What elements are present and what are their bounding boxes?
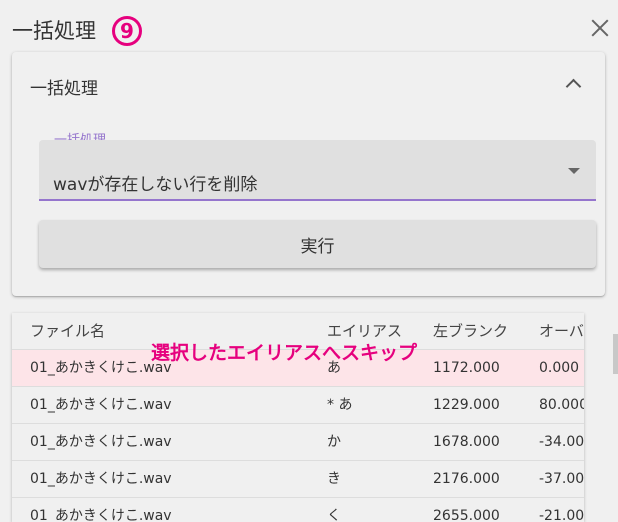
cell-overlap: -37.000 — [539, 471, 584, 487]
cell-left-blank: 2176.000 — [433, 471, 500, 487]
skip-annotation: 選択したエイリアスへスキップ — [151, 342, 418, 364]
cell-alias: く — [327, 508, 341, 522]
cell-overlap: -21.000 — [539, 508, 584, 522]
batch-operation-select[interactable]: wavが存在しない行を削除 — [39, 140, 596, 201]
cell-filename: 01_あかきくけこ.wav — [30, 471, 172, 487]
dialog-title: 一括処理 — [12, 19, 96, 43]
cell-filename: 01_あかきくけこ.wav — [30, 397, 172, 413]
cell-filename: 01_あかきくけこ.wav — [30, 434, 172, 450]
column-header-left-blank[interactable]: 左ブランク — [433, 313, 508, 350]
close-icon[interactable] — [586, 14, 614, 42]
table-row[interactable]: 01_あかきくけこ.wav き 2176.000 -37.000 — [12, 461, 584, 498]
cell-alias: * あ — [327, 397, 353, 413]
table-row[interactable]: 01_あかきくけこ.wav * あ 1229.000 80.000 — [12, 387, 584, 424]
cell-left-blank: 2655.000 — [433, 508, 500, 522]
step-badge: 9 — [112, 16, 142, 46]
select-value: wavが存在しない行を削除 — [53, 175, 258, 195]
cell-left-blank: 1229.000 — [433, 397, 500, 413]
caret-down-icon — [568, 168, 580, 174]
cell-overlap: 0.000 — [539, 360, 580, 376]
batch-panel: 一括処理 一括処理 wavが存在しない行を削除 実行 — [12, 52, 605, 296]
cell-overlap: 80.000 — [539, 397, 584, 413]
column-header-filename[interactable]: ファイル名 — [30, 313, 105, 350]
cell-left-blank: 1678.000 — [433, 434, 500, 450]
run-button[interactable]: 実行 — [39, 220, 596, 268]
cell-overlap: -34.000 — [539, 434, 584, 450]
table-row[interactable]: 01_あかきくけこ.wav く 2655.000 -21.000 — [12, 498, 584, 522]
panel-title: 一括処理 — [30, 79, 98, 99]
cell-filename: 01_あかきくけこ.wav — [30, 508, 172, 522]
cell-alias: き — [327, 471, 341, 487]
table-row[interactable]: 01_あかきくけこ.wav か 1678.000 -34.000 — [12, 424, 584, 461]
column-header-overlap[interactable]: オーバー — [539, 313, 584, 350]
cell-left-blank: 1172.000 — [433, 360, 500, 376]
cell-alias: か — [327, 434, 341, 450]
scrollbar[interactable] — [613, 334, 618, 374]
chevron-up-icon[interactable] — [565, 78, 582, 95]
